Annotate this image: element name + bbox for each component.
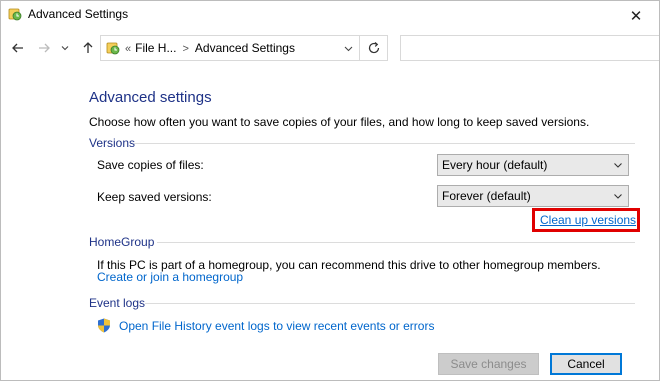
save-copies-label: Save copies of files:	[97, 158, 204, 172]
search-input[interactable]	[400, 35, 659, 61]
homegroup-group: HomeGroup	[89, 235, 635, 249]
divider	[145, 303, 635, 304]
cancel-button[interactable]: Cancel	[550, 353, 622, 375]
file-history-icon	[8, 7, 22, 21]
file-history-icon	[106, 41, 120, 55]
address-bar[interactable]: « File H... > Advanced Settings	[100, 35, 360, 61]
page-intro: Choose how often you want to save copies…	[89, 115, 590, 129]
open-event-logs-link[interactable]: Open File History event logs to view rec…	[119, 319, 434, 333]
create-join-homegroup-link[interactable]: Create or join a homegroup	[97, 270, 243, 284]
keep-versions-select[interactable]: Forever (default)	[437, 185, 629, 207]
divider	[157, 242, 635, 243]
arrow-right-icon	[39, 43, 50, 53]
forward-button[interactable]	[35, 39, 53, 57]
keep-versions-label: Keep saved versions:	[97, 190, 212, 204]
clean-up-versions-link[interactable]: Clean up versions	[540, 213, 636, 227]
shield-icon	[97, 318, 111, 333]
breadcrumb-current[interactable]: Advanced Settings	[195, 41, 295, 55]
breadcrumb-overflow[interactable]: «	[125, 43, 131, 55]
window-title: Advanced Settings	[28, 7, 129, 21]
save-copies-select[interactable]: Every hour (default)	[437, 154, 629, 176]
navigation-bar: « File H... > Advanced Settings	[1, 32, 659, 64]
close-button[interactable]: ✕	[613, 1, 659, 31]
breadcrumb-separator-icon[interactable]: >	[182, 43, 188, 55]
versions-group: Versions	[89, 136, 635, 150]
address-dropdown-button[interactable]	[341, 40, 355, 56]
arrow-left-icon	[12, 43, 23, 53]
breadcrumb: « File H... > Advanced Settings	[125, 41, 295, 55]
refresh-button[interactable]	[360, 35, 388, 61]
chevron-down-icon	[61, 46, 69, 51]
save-copies-value: Every hour (default)	[442, 158, 548, 172]
divider	[134, 143, 635, 144]
save-changes-button[interactable]: Save changes	[438, 353, 539, 375]
event-logs-heading: Event logs	[89, 296, 150, 310]
up-button[interactable]	[79, 39, 97, 57]
chevron-down-icon	[612, 159, 624, 171]
title-bar: Advanced Settings ✕	[1, 1, 659, 31]
keep-versions-value: Forever (default)	[442, 189, 531, 203]
page-title: Advanced settings	[89, 89, 212, 106]
chevron-down-icon	[344, 46, 352, 51]
recent-locations-button[interactable]	[59, 39, 71, 57]
homegroup-heading: HomeGroup	[89, 235, 159, 249]
chevron-down-icon	[612, 190, 624, 202]
refresh-icon	[368, 42, 379, 54]
breadcrumb-parent[interactable]: File H...	[135, 41, 176, 55]
settings-content: Advanced settings Choose how often you w…	[1, 65, 659, 380]
versions-heading: Versions	[89, 136, 140, 150]
arrow-up-icon	[83, 42, 93, 53]
event-logs-group: Event logs	[89, 296, 635, 310]
advanced-settings-window: Advanced Settings ✕ «File H... > Advance…	[0, 0, 660, 381]
back-button[interactable]	[9, 39, 27, 57]
